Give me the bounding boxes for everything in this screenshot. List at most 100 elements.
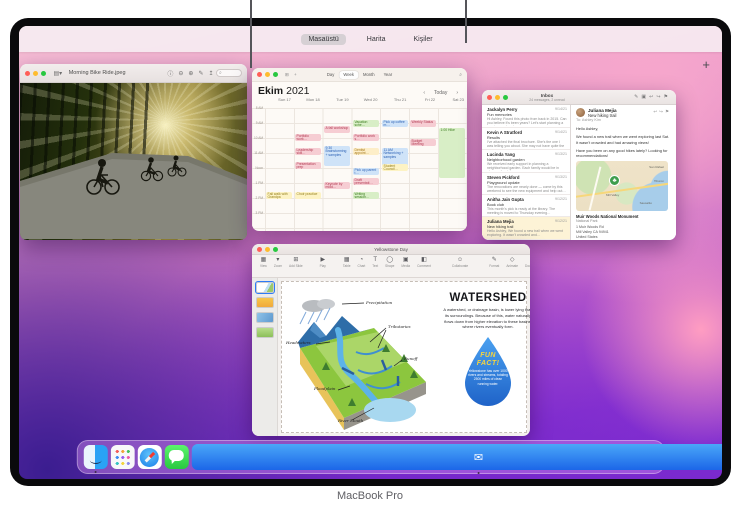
dock: ✉ EKI18 tv ♪ A ⚙: [76, 440, 664, 474]
calendar-view-switcher[interactable]: DayWeekMonthYear: [323, 71, 396, 79]
messages-icon[interactable]: [164, 445, 188, 469]
prev-week-button[interactable]: ‹: [420, 89, 428, 97]
view-option[interactable]: Month: [359, 71, 379, 79]
share-icon[interactable]: ↥: [208, 70, 213, 77]
toolbar-button[interactable]: ✎ Format: [489, 257, 499, 268]
calendar-window[interactable]: ⊞ + DayWeekMonthYear ⌕ Ekim 2021 ‹ Today…: [252, 68, 467, 231]
toolbar-button[interactable]: T Text: [372, 257, 378, 268]
search-icon[interactable]: ⌕: [459, 72, 462, 78]
calendar-event[interactable]: Portfolio work…: [295, 134, 321, 141]
close-button[interactable]: [257, 72, 262, 77]
calendar-add-event-icon[interactable]: ⊞ +: [285, 72, 299, 78]
toolbar-button[interactable]: ☺ Collaborate: [452, 257, 468, 268]
calendar-event[interactable]: Budget Meeting: [410, 139, 436, 146]
toolbar-icon: ▶: [320, 257, 325, 264]
mail-list-item[interactable]: Anitha Jain Gupta9/12/21 Book club This …: [482, 195, 570, 217]
zoom-button[interactable]: [273, 72, 278, 77]
diagram-label: Tributaries: [388, 324, 411, 329]
toolbar-button[interactable]: ▣ Media: [401, 257, 410, 268]
space-tab-masaustu[interactable]: Masaüstü: [301, 34, 345, 45]
toolbar-button[interactable]: ▾ Zoom: [274, 257, 282, 268]
toolbar-button[interactable]: ▦ View: [260, 257, 267, 268]
toolbar-button[interactable]: ◧ Comment: [417, 257, 431, 268]
minimize-button[interactable]: [265, 72, 270, 77]
calendar-event[interactable]: 9:30 Brainstorming + samples: [324, 146, 350, 166]
mail-list-item[interactable]: Lucinda Yang9/13/21 Neighborhood garden …: [482, 150, 570, 173]
minimize-button[interactable]: [33, 71, 38, 76]
toolbar-label: Animate: [506, 264, 518, 268]
markup-icon[interactable]: ✎: [198, 70, 203, 77]
toolbar-button[interactable]: ⊞ Add Slide: [289, 257, 303, 268]
slide-thumbnail-1[interactable]: [256, 282, 274, 293]
zoom-in-icon[interactable]: ⊕: [188, 70, 193, 77]
close-button[interactable]: [25, 71, 30, 76]
slide-thumbnail-3[interactable]: [256, 312, 274, 323]
view-option[interactable]: Week: [339, 71, 358, 79]
toolbar-icon: ◇: [510, 257, 515, 264]
calendar-event[interactable]: Portfolio work s…: [353, 134, 379, 141]
today-button[interactable]: Today: [431, 89, 450, 97]
calendar-event[interactable]: Leadership skill…: [295, 148, 321, 155]
toolbar-button[interactable]: ◇ Animate: [506, 257, 518, 268]
toolbar-button[interactable]: ▦ Table: [343, 257, 351, 268]
toolbar-button[interactable]: ▤ Document: [525, 257, 530, 268]
day-header: Thu 21: [380, 97, 409, 108]
calendar-event[interactable]: Dentist appoint…: [353, 148, 379, 155]
calendar-event[interactable]: 1:00 Hike: [439, 128, 465, 178]
archive-icon[interactable]: ▣: [641, 94, 649, 100]
sidebar-icon[interactable]: ▤▾: [54, 70, 63, 77]
mail-list-item[interactable]: Steven Pickford9/13/21 Playground update…: [482, 173, 570, 195]
mail-list-item[interactable]: Kevin A Stratford9/14/21 Results I've at…: [482, 128, 570, 151]
view-option[interactable]: Year: [380, 71, 396, 79]
preview-window[interactable]: ▤▾ Morning Bike Ride.jpeg ⓘ ⊖ ⊕ ✎ ↥ ⌕: [20, 64, 247, 240]
calendar-event[interactable]: Writing session…: [353, 192, 379, 199]
calendar-event[interactable]: Draft presentati…: [353, 178, 379, 185]
finder-icon[interactable]: [83, 445, 107, 469]
keynote-toolbar: ▦ View ▾ Zoom ⊞ Add Slide: [252, 255, 530, 278]
slide-navigator[interactable]: [252, 278, 278, 436]
zoom-out-icon[interactable]: ⊖: [178, 70, 183, 77]
toolbar-button[interactable]: ◔ Chart: [358, 257, 366, 268]
forward-icon[interactable]: ↪: [656, 94, 663, 100]
calendar-event[interactable]: Fall walk with Grandpa: [266, 192, 292, 199]
toolbar-button[interactable]: ▶ Play: [320, 257, 326, 268]
park-pin-icon[interactable]: ♣: [609, 175, 620, 186]
calendar-event[interactable]: Keynote by midd…: [324, 182, 350, 189]
info-icon[interactable]: ⓘ: [167, 69, 173, 78]
search-input[interactable]: ⌕: [216, 69, 242, 77]
launchpad-icon[interactable]: [110, 445, 134, 469]
mail-icon[interactable]: ✉: [191, 444, 722, 470]
add-space-button[interactable]: +: [702, 58, 710, 71]
map-attachment[interactable]: San Rafael Mill Valley Sausalito Tiburon…: [576, 161, 668, 211]
mail-list-item[interactable]: Juliana Mejia9/12/21 New hiking trail He…: [482, 217, 570, 239]
view-option[interactable]: Day: [323, 71, 338, 79]
watershed-slide[interactable]: Precipitation Tributaries Headwaters Run…: [281, 281, 527, 433]
toolbar-button[interactable]: ◯ Shape: [385, 257, 394, 268]
flag-icon[interactable]: ⚑: [664, 94, 671, 100]
calendar-event[interactable]: Pick up coffee m…: [382, 120, 408, 127]
space-tab-kisiler[interactable]: Kişiler: [406, 34, 439, 45]
flag-icon[interactable]: ⚑: [665, 109, 671, 114]
zoom-button[interactable]: [503, 95, 508, 100]
calendar-event[interactable]: Vacation sche…: [353, 120, 379, 127]
toolbar-label: Play: [320, 264, 326, 268]
message-greeting: Hello Ashley,: [576, 126, 671, 131]
calendar-event[interactable]: Student Council…: [382, 164, 408, 171]
slide-thumbnail-2[interactable]: [256, 297, 274, 308]
calendar-event[interactable]: Weekly Status: [410, 120, 436, 127]
keynote-window[interactable]: Yellowstone Day ▦ View ▾ Zoom: [252, 244, 530, 436]
safari-icon[interactable]: [137, 445, 161, 469]
space-tab-harita[interactable]: Harita: [360, 34, 393, 45]
slide-thumbnail-4[interactable]: [256, 327, 274, 338]
mail-list-item[interactable]: Jackalyn Perry9/14/21 Fun memories Hi As…: [482, 105, 570, 128]
mail-window[interactable]: Inbox 24 messages, 2 unread ✎▣↩↪⚑ Jackal…: [482, 90, 676, 240]
next-week-button[interactable]: ›: [453, 89, 461, 97]
calendar-event[interactable]: A fall workshop: [324, 126, 350, 133]
calendar-event[interactable]: Presentation prep: [295, 162, 321, 169]
zoom-button[interactable]: [41, 71, 46, 76]
calendar-event[interactable]: Pick up parent t…: [353, 168, 379, 175]
minimize-button[interactable]: [495, 95, 500, 100]
close-button[interactable]: [487, 95, 492, 100]
calendar-event[interactable]: Choir practice: [295, 192, 321, 199]
mail-message-list[interactable]: Jackalyn Perry9/14/21 Fun memories Hi As…: [482, 105, 571, 240]
